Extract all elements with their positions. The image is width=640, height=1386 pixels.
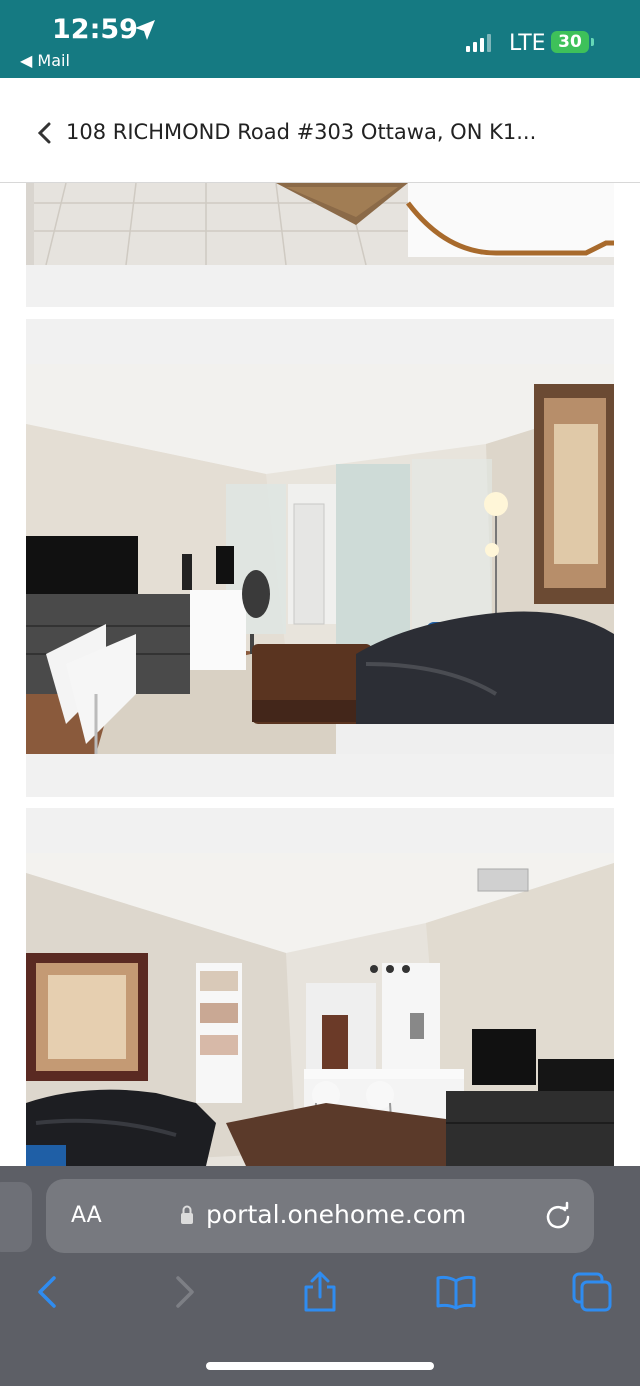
reader-settings-button[interactable]: AA	[71, 1203, 102, 1228]
status-bar: 12:59 ◀ Mail LTE 30	[0, 0, 640, 78]
listing-photo[interactable]	[26, 183, 614, 265]
share-icon[interactable]	[298, 1270, 342, 1314]
safari-toolbar: AA portal.onehome.com	[0, 1166, 640, 1386]
reload-icon[interactable]	[543, 1201, 573, 1231]
status-time: 12:59	[52, 14, 138, 45]
tabs-icon[interactable]	[570, 1270, 614, 1314]
lock-icon	[181, 1205, 193, 1224]
listing-content[interactable]	[0, 183, 640, 1166]
listing-photo[interactable]	[26, 853, 614, 1166]
battery-icon: 30	[551, 31, 595, 55]
forward-icon[interactable]	[162, 1270, 206, 1314]
battery-level: 30	[551, 31, 589, 53]
back-to-mail-link[interactable]: ◀ Mail	[20, 51, 70, 70]
bookmarks-icon[interactable]	[434, 1270, 478, 1314]
listing-photo[interactable]	[26, 364, 614, 754]
back-icon[interactable]	[26, 1270, 70, 1314]
url-text[interactable]: portal.onehome.com	[206, 1200, 466, 1229]
address-bar[interactable]: AA portal.onehome.com	[46, 1179, 594, 1253]
location-arrow-icon	[135, 20, 155, 40]
network-label: LTE	[509, 31, 546, 56]
home-indicator	[206, 1362, 434, 1370]
page-title: 108 RICHMOND Road #303 Ottawa, ON K1...	[66, 120, 537, 144]
signal-icon	[466, 34, 491, 52]
page-header: 108 RICHMOND Road #303 Ottawa, ON K1...	[0, 78, 640, 183]
chevron-left-icon[interactable]	[36, 122, 54, 144]
previous-tab-preview[interactable]	[0, 1182, 32, 1252]
